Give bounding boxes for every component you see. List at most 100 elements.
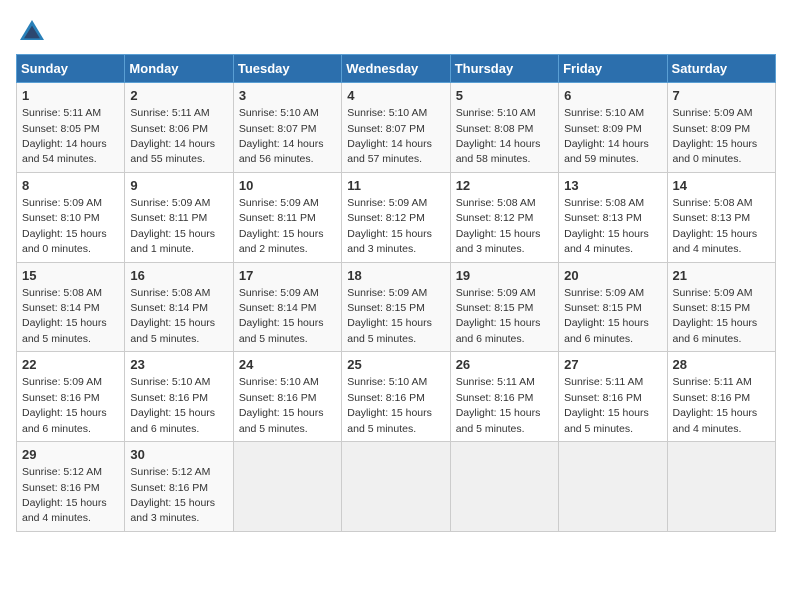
day-number: 19 [456,267,553,285]
day-info: Sunrise: 5:10 AMSunset: 8:16 PMDaylight:… [239,376,324,434]
day-info: Sunrise: 5:09 AMSunset: 8:11 PMDaylight:… [130,197,215,255]
day-number: 2 [130,87,227,105]
calendar-cell: 18 Sunrise: 5:09 AMSunset: 8:15 PMDaylig… [342,262,450,352]
day-number: 21 [673,267,770,285]
day-info: Sunrise: 5:09 AMSunset: 8:15 PMDaylight:… [564,287,649,345]
calendar-cell [233,442,341,532]
day-info: Sunrise: 5:10 AMSunset: 8:07 PMDaylight:… [239,107,324,165]
calendar-cell: 27 Sunrise: 5:11 AMSunset: 8:16 PMDaylig… [559,352,667,442]
day-info: Sunrise: 5:12 AMSunset: 8:16 PMDaylight:… [22,466,107,524]
calendar-week-1: 1 Sunrise: 5:11 AMSunset: 8:05 PMDayligh… [17,83,776,173]
day-number: 27 [564,356,661,374]
calendar-week-2: 8 Sunrise: 5:09 AMSunset: 8:10 PMDayligh… [17,172,776,262]
calendar-cell: 1 Sunrise: 5:11 AMSunset: 8:05 PMDayligh… [17,83,125,173]
day-info: Sunrise: 5:10 AMSunset: 8:09 PMDaylight:… [564,107,649,165]
day-header-monday: Monday [125,55,233,83]
day-info: Sunrise: 5:09 AMSunset: 8:10 PMDaylight:… [22,197,107,255]
day-number: 6 [564,87,661,105]
day-info: Sunrise: 5:10 AMSunset: 8:16 PMDaylight:… [347,376,432,434]
calendar-cell: 26 Sunrise: 5:11 AMSunset: 8:16 PMDaylig… [450,352,558,442]
day-info: Sunrise: 5:11 AMSunset: 8:16 PMDaylight:… [673,376,758,434]
day-number: 10 [239,177,336,195]
day-info: Sunrise: 5:12 AMSunset: 8:16 PMDaylight:… [130,466,215,524]
day-header-wednesday: Wednesday [342,55,450,83]
day-header-thursday: Thursday [450,55,558,83]
day-number: 22 [22,356,119,374]
day-info: Sunrise: 5:11 AMSunset: 8:06 PMDaylight:… [130,107,215,165]
calendar-cell [559,442,667,532]
calendar-cell [667,442,775,532]
day-number: 26 [456,356,553,374]
day-number: 25 [347,356,444,374]
day-info: Sunrise: 5:09 AMSunset: 8:12 PMDaylight:… [347,197,432,255]
day-info: Sunrise: 5:09 AMSunset: 8:15 PMDaylight:… [673,287,758,345]
calendar-cell: 23 Sunrise: 5:10 AMSunset: 8:16 PMDaylig… [125,352,233,442]
day-number: 23 [130,356,227,374]
calendar-cell: 7 Sunrise: 5:09 AMSunset: 8:09 PMDayligh… [667,83,775,173]
day-number: 29 [22,446,119,464]
calendar-cell: 12 Sunrise: 5:08 AMSunset: 8:12 PMDaylig… [450,172,558,262]
day-number: 13 [564,177,661,195]
day-info: Sunrise: 5:08 AMSunset: 8:13 PMDaylight:… [564,197,649,255]
day-number: 20 [564,267,661,285]
day-number: 9 [130,177,227,195]
calendar-cell [450,442,558,532]
day-number: 15 [22,267,119,285]
day-info: Sunrise: 5:09 AMSunset: 8:15 PMDaylight:… [456,287,541,345]
calendar-cell: 5 Sunrise: 5:10 AMSunset: 8:08 PMDayligh… [450,83,558,173]
day-info: Sunrise: 5:09 AMSunset: 8:15 PMDaylight:… [347,287,432,345]
day-number: 16 [130,267,227,285]
calendar-cell: 15 Sunrise: 5:08 AMSunset: 8:14 PMDaylig… [17,262,125,352]
day-header-tuesday: Tuesday [233,55,341,83]
day-number: 12 [456,177,553,195]
calendar-cell: 28 Sunrise: 5:11 AMSunset: 8:16 PMDaylig… [667,352,775,442]
day-header-friday: Friday [559,55,667,83]
calendar-cell: 14 Sunrise: 5:08 AMSunset: 8:13 PMDaylig… [667,172,775,262]
day-number: 8 [22,177,119,195]
day-number: 17 [239,267,336,285]
day-number: 14 [673,177,770,195]
day-number: 3 [239,87,336,105]
day-number: 30 [130,446,227,464]
calendar-header: SundayMondayTuesdayWednesdayThursdayFrid… [17,55,776,83]
day-number: 24 [239,356,336,374]
day-info: Sunrise: 5:08 AMSunset: 8:13 PMDaylight:… [673,197,758,255]
calendar-cell: 25 Sunrise: 5:10 AMSunset: 8:16 PMDaylig… [342,352,450,442]
day-number: 1 [22,87,119,105]
day-number: 5 [456,87,553,105]
day-info: Sunrise: 5:10 AMSunset: 8:08 PMDaylight:… [456,107,541,165]
day-info: Sunrise: 5:11 AMSunset: 8:16 PMDaylight:… [564,376,649,434]
day-number: 28 [673,356,770,374]
day-info: Sunrise: 5:11 AMSunset: 8:05 PMDaylight:… [22,107,107,165]
calendar-cell: 13 Sunrise: 5:08 AMSunset: 8:13 PMDaylig… [559,172,667,262]
day-header-sunday: Sunday [17,55,125,83]
calendar-cell [342,442,450,532]
day-info: Sunrise: 5:09 AMSunset: 8:11 PMDaylight:… [239,197,324,255]
calendar-cell: 16 Sunrise: 5:08 AMSunset: 8:14 PMDaylig… [125,262,233,352]
calendar-cell: 19 Sunrise: 5:09 AMSunset: 8:15 PMDaylig… [450,262,558,352]
day-header-row: SundayMondayTuesdayWednesdayThursdayFrid… [17,55,776,83]
day-info: Sunrise: 5:10 AMSunset: 8:07 PMDaylight:… [347,107,432,165]
day-info: Sunrise: 5:09 AMSunset: 8:09 PMDaylight:… [673,107,758,165]
day-number: 7 [673,87,770,105]
calendar-week-4: 22 Sunrise: 5:09 AMSunset: 8:16 PMDaylig… [17,352,776,442]
day-number: 4 [347,87,444,105]
calendar-week-5: 29 Sunrise: 5:12 AMSunset: 8:16 PMDaylig… [17,442,776,532]
calendar-cell: 22 Sunrise: 5:09 AMSunset: 8:16 PMDaylig… [17,352,125,442]
calendar-cell: 29 Sunrise: 5:12 AMSunset: 8:16 PMDaylig… [17,442,125,532]
day-header-saturday: Saturday [667,55,775,83]
day-info: Sunrise: 5:09 AMSunset: 8:14 PMDaylight:… [239,287,324,345]
calendar-cell: 11 Sunrise: 5:09 AMSunset: 8:12 PMDaylig… [342,172,450,262]
calendar-cell: 21 Sunrise: 5:09 AMSunset: 8:15 PMDaylig… [667,262,775,352]
calendar-cell: 10 Sunrise: 5:09 AMSunset: 8:11 PMDaylig… [233,172,341,262]
day-info: Sunrise: 5:10 AMSunset: 8:16 PMDaylight:… [130,376,215,434]
day-info: Sunrise: 5:08 AMSunset: 8:12 PMDaylight:… [456,197,541,255]
calendar-cell: 4 Sunrise: 5:10 AMSunset: 8:07 PMDayligh… [342,83,450,173]
day-info: Sunrise: 5:11 AMSunset: 8:16 PMDaylight:… [456,376,541,434]
day-number: 11 [347,177,444,195]
logo [16,16,52,48]
calendar-cell: 3 Sunrise: 5:10 AMSunset: 8:07 PMDayligh… [233,83,341,173]
calendar-cell: 8 Sunrise: 5:09 AMSunset: 8:10 PMDayligh… [17,172,125,262]
logo-icon [16,16,48,48]
calendar-cell: 9 Sunrise: 5:09 AMSunset: 8:11 PMDayligh… [125,172,233,262]
